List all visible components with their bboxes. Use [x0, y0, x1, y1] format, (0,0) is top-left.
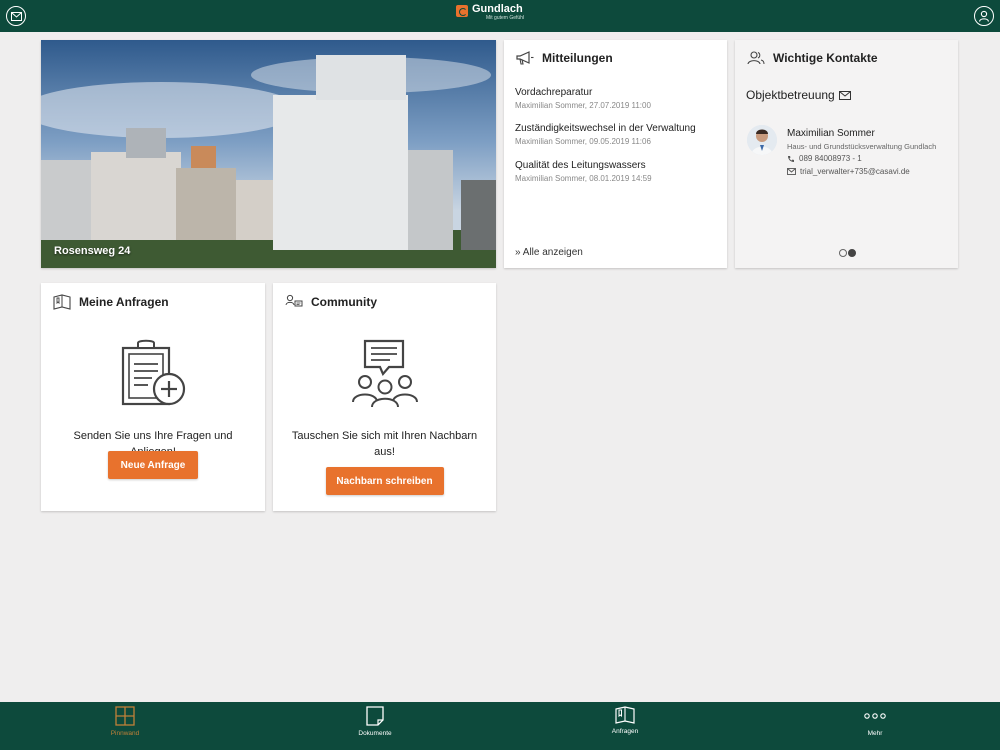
message-title: Zuständigkeitswechsel in der Verwaltung [515, 123, 696, 134]
requests-card: Meine Anfragen Senden Sie uns Ihre Frage… [41, 283, 265, 511]
top-bar: Gundlach Mit gutem Gefühl [0, 0, 1000, 32]
brand-logo: Gundlach Mit gutem Gefühl [456, 3, 524, 22]
nav-tab-label: Dokumente [358, 730, 392, 737]
profile-button[interactable] [974, 6, 994, 26]
document-icon [366, 706, 384, 726]
requests-icon [53, 294, 71, 310]
message-item[interactable]: Zuständigkeitswechsel in der Verwaltung … [515, 123, 696, 146]
contact-company: Haus- und Grundstücksverwaltung Gundlach [787, 142, 937, 151]
contact-role-label: Objektbetreuung [746, 88, 835, 102]
nav-tab-pinnwand[interactable]: Pinnwand [65, 706, 185, 737]
requests-icon [615, 706, 635, 724]
clipboard-add-icon [121, 339, 186, 406]
message-item[interactable]: Qualität des Leitungswassers Maximilian … [515, 160, 652, 183]
message-meta: Maximilian Sommer, 08.01.2019 14:59 [515, 174, 652, 183]
nav-tab-label: Pinnwand [110, 730, 140, 737]
property-hero-card[interactable]: Rosensweg 24 [41, 40, 496, 268]
show-all-link[interactable]: » Alle anzeigen [515, 247, 583, 258]
phone-icon [788, 155, 794, 162]
message-title: Qualität des Leitungswassers [515, 160, 646, 171]
contact-phone-text: 089 84008973 - 1 [799, 154, 862, 163]
contact-name: Maximilian Sommer [787, 128, 875, 139]
contact-phone[interactable]: 089 84008973 - 1 [787, 154, 862, 163]
new-request-button[interactable]: Neue Anfrage [108, 451, 198, 479]
contact-email[interactable]: trial_verwalter+735@casavi.de [787, 167, 910, 176]
nav-tab-anfragen[interactable]: Anfragen [565, 706, 685, 735]
community-description: Tauschen Sie sich mit Ihren Nachbarn aus… [291, 430, 478, 458]
mail-button[interactable] [6, 6, 26, 26]
contact-role[interactable]: Objektbetreuung [746, 88, 851, 102]
message-meta: Maximilian Sommer, 27.07.2019 11:00 [515, 101, 651, 110]
community-title: Community [311, 295, 377, 309]
contacts-icon [747, 51, 765, 65]
mail-icon [787, 168, 796, 175]
bottom-nav: Pinnwand Dokumente Anfragen Mehr [0, 702, 1000, 750]
building-photo [41, 40, 496, 268]
brand-name: Gundlach [472, 3, 523, 15]
carousel-dot[interactable] [839, 249, 847, 257]
contact-email-text: trial_verwalter+735@casavi.de [800, 167, 910, 176]
community-chat-icon [351, 339, 418, 408]
requests-title: Meine Anfragen [79, 295, 169, 309]
mail-icon [10, 11, 22, 21]
user-icon [978, 10, 990, 22]
nav-tab-label: Mehr [867, 730, 883, 737]
community-icon [285, 294, 303, 307]
megaphone-icon [516, 51, 534, 65]
dashboard-icon [115, 706, 135, 726]
write-neighbors-button[interactable]: Nachbarn schreiben [325, 467, 444, 495]
nav-tab-mehr[interactable]: Mehr [815, 706, 935, 737]
contacts-card: Wichtige Kontakte Objektbetreuung Maximi… [735, 40, 958, 268]
more-icon [864, 713, 886, 719]
message-meta: Maximilian Sommer, 09.05.2019 11:06 [515, 137, 651, 146]
messages-card: Mitteilungen Vordachreparatur Maximilian… [504, 40, 727, 268]
avatar [747, 125, 777, 155]
message-title: Vordachreparatur [515, 87, 593, 98]
nav-tab-label: Anfragen [611, 728, 639, 735]
carousel-dot-active[interactable] [848, 249, 856, 257]
carousel-dots [839, 249, 856, 257]
brand-tagline: Mit gutem Gefühl [486, 15, 525, 21]
nav-tab-dokumente[interactable]: Dokumente [315, 706, 435, 737]
logo-mark-icon [456, 5, 468, 17]
contacts-title: Wichtige Kontakte [773, 51, 878, 65]
community-card: Community Tauschen Sie sich mit Ihren Na… [273, 283, 496, 511]
property-name: Rosensweg 24 [54, 245, 131, 257]
mail-icon [838, 90, 851, 100]
message-item[interactable]: Vordachreparatur Maximilian Sommer, 27.0… [515, 87, 651, 110]
messages-title: Mitteilungen [542, 51, 613, 65]
